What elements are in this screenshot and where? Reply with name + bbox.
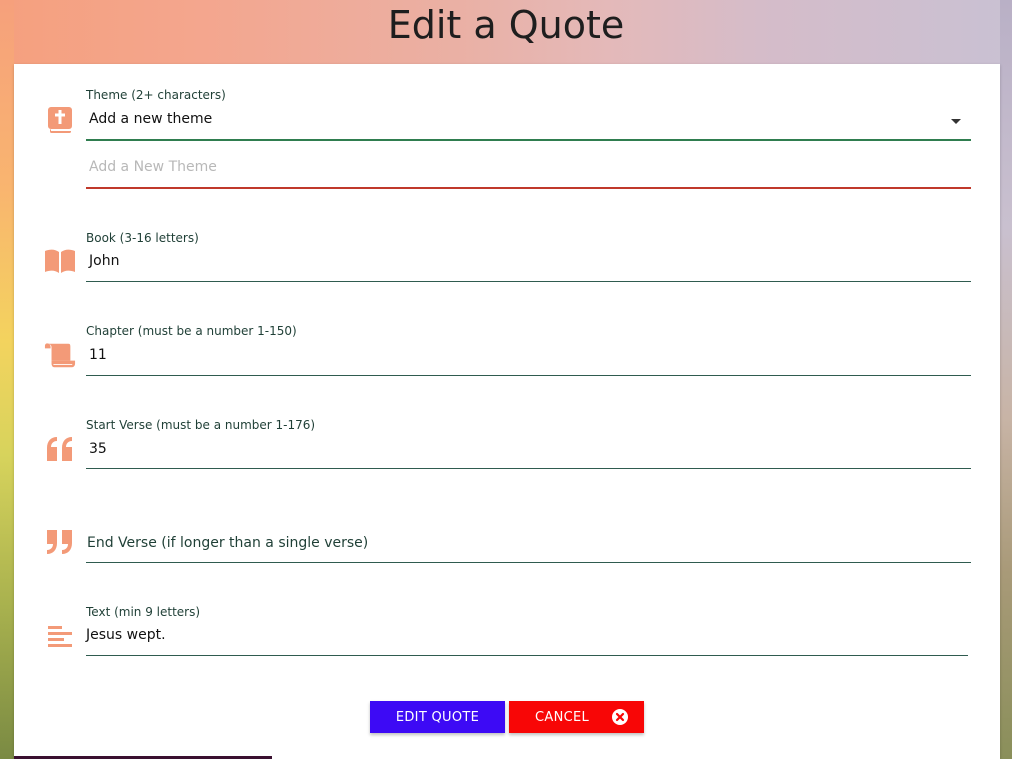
start-verse-underline — [86, 468, 971, 469]
start-verse-label: Start Verse (must be a number 1-176) — [86, 418, 316, 432]
chevron-down-icon — [951, 119, 961, 124]
background-left — [0, 0, 14, 759]
text-underline — [86, 655, 968, 656]
quote-right-icon — [44, 526, 76, 558]
end-verse-floating-label: End Verse (if longer than a single verse… — [87, 535, 369, 551]
end-verse-underline — [86, 562, 971, 563]
open-book-icon — [44, 245, 76, 277]
edit-quote-button[interactable]: EDIT QUOTE — [370, 701, 505, 733]
chapter-label: Chapter (must be a number 1-150) — [86, 324, 297, 338]
cancel-button-label: CANCEL — [535, 710, 590, 725]
times-circle-icon — [612, 709, 628, 725]
end-verse-input[interactable]: End Verse (if longer than a single verse… — [86, 528, 971, 560]
new-theme-placeholder: Add a New Theme — [89, 159, 217, 175]
theme-select-value: Add a new theme — [89, 111, 213, 127]
theme-underline — [86, 139, 971, 141]
text-label: Text (min 9 letters) — [86, 605, 201, 619]
theme-label: Theme (2+ characters) — [86, 88, 226, 102]
chapter-underline — [86, 375, 971, 376]
new-theme-underline — [86, 187, 971, 189]
start-verse-value: 35 — [89, 441, 107, 457]
scroll-icon — [44, 339, 76, 371]
bible-icon — [44, 104, 76, 136]
edit-quote-button-label: EDIT QUOTE — [395, 709, 480, 725]
start-verse-input[interactable]: 35 — [86, 436, 971, 468]
book-underline — [86, 281, 971, 282]
background-right — [1000, 0, 1012, 759]
book-label: Book (3-16 letters) — [86, 231, 199, 245]
text-textarea[interactable]: Jesus wept. — [86, 622, 968, 654]
theme-select[interactable]: Add a new theme — [86, 104, 971, 140]
edit-quote-form: Theme (2+ characters) Add a new theme Ad… — [14, 64, 1000, 759]
book-value: John — [89, 253, 120, 269]
book-input[interactable]: John — [86, 248, 971, 280]
text-value: Jesus wept. — [86, 627, 166, 643]
align-left-icon — [44, 620, 76, 652]
new-theme-input[interactable]: Add a New Theme — [86, 152, 971, 186]
cancel-button[interactable]: CANCEL — [509, 701, 644, 733]
page-title: Edit a Quote — [387, 3, 625, 47]
chapter-value: 11 — [89, 347, 107, 363]
chapter-input[interactable]: 11 — [86, 342, 971, 374]
quote-left-icon — [44, 433, 76, 465]
